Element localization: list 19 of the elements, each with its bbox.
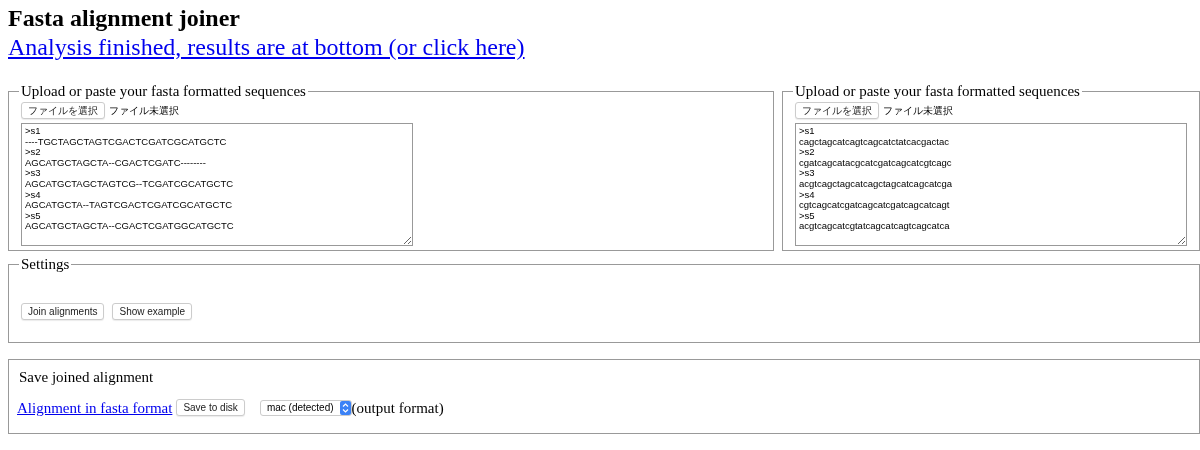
file-status: ファイル未選択 xyxy=(109,104,179,118)
save-button[interactable]: Save to disk xyxy=(176,399,245,417)
example-button[interactable]: Show example xyxy=(112,303,193,320)
page-title: Fasta alignment joiner xyxy=(8,4,240,32)
sequence-input[interactable]: >s1 ----TGCTAGCTAGTCGACTCGATCGCATGCTC >s2 AGCATGCTAGCTA--CGACTCGATC-------- >s3 AGCATGCTAGCTAGTCG--TCGATCGCATGCTC >s4 AGCATGCTA--TAGTCGACTCGATCGCATGCTC >s5 AGCATGCTAGCTA--CGACTCGATGGCATGCTC xyxy=(21,123,413,246)
results-link[interactable]: Analysis finished, results are at bottom (or click here) xyxy=(8,33,525,61)
file-status: ファイル未選択 xyxy=(883,104,953,118)
join-button[interactable]: Join alignments xyxy=(21,303,105,320)
fasta-link[interactable]: Alignment in fasta format xyxy=(17,396,173,419)
format-select[interactable]: mac (detected) xyxy=(259,399,352,416)
choose-file-button[interactable]: ファイルを選択 xyxy=(795,102,879,119)
format-note: (output format) xyxy=(351,398,444,418)
choose-file-button[interactable]: ファイルを選択 xyxy=(21,102,105,119)
settings-legend: Settings xyxy=(19,255,72,273)
panel-legend: Upload or paste your fasta formatted sequences xyxy=(19,82,308,100)
sequence-input[interactable]: >s1 cagctagcatcagtcagcatctatcacgactac >s2 cgatcagcatacgcatcgatcagcatcgtcagc >s3 acgtcagctagcatcagctagcatcagcatcga >s4 cgtcagcatcgatcagcatcgatcagcatcagt >s5 acgtcagcatcgtatcagcatcagtcagcatca xyxy=(795,123,1187,246)
panel-legend: Upload or paste your fasta formatted sequences xyxy=(793,82,1082,100)
save-heading: Save joined alignment xyxy=(19,368,155,387)
stepper-icon xyxy=(339,400,351,415)
